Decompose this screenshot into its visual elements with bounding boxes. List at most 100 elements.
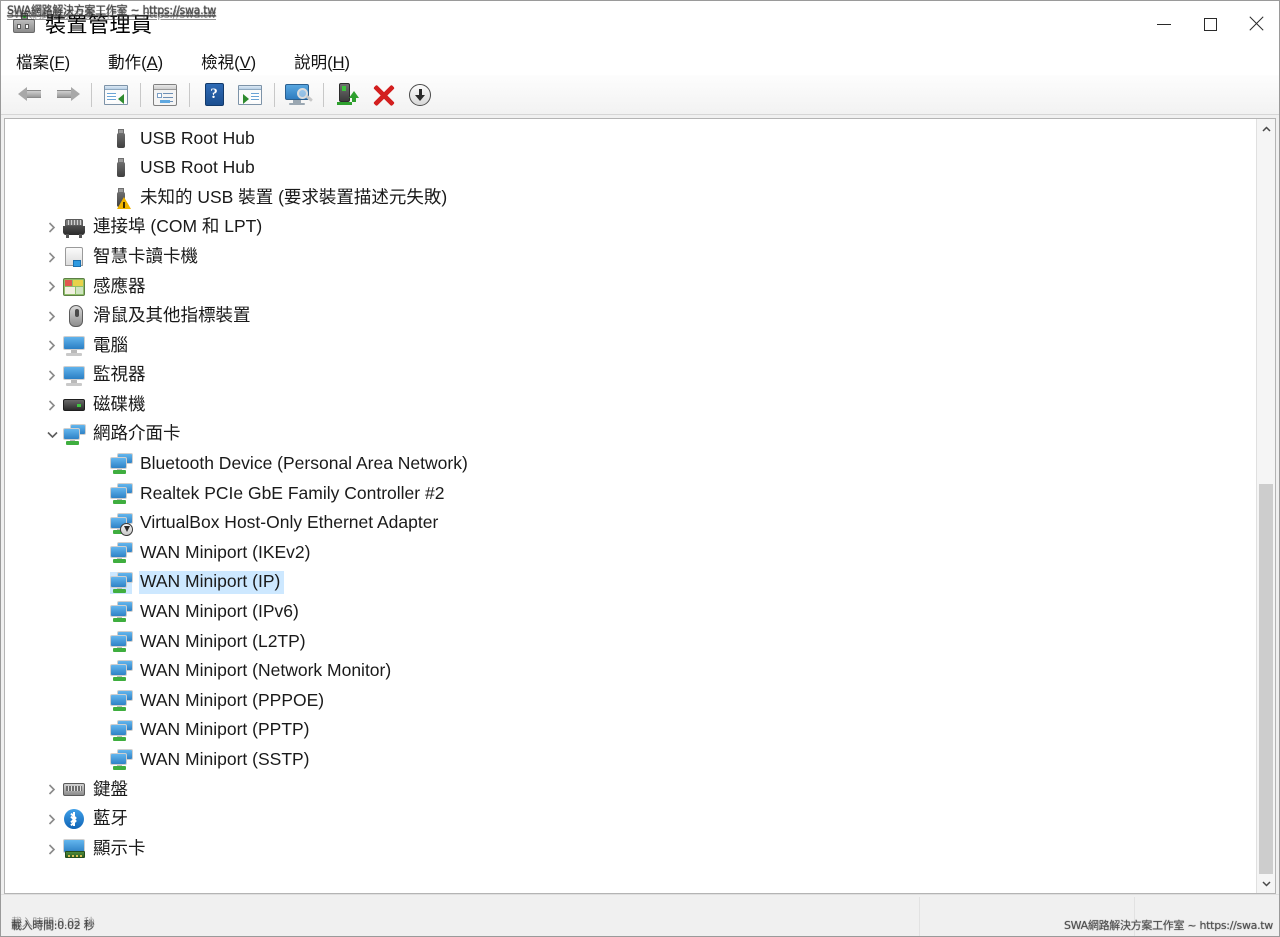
- show-hide-action-pane-button[interactable]: [232, 79, 268, 111]
- menu-view[interactable]: 檢視(V): [200, 47, 257, 75]
- tree-row-icon: [63, 335, 85, 357]
- tree-row-icon: [63, 423, 86, 446]
- tree-row-icon: [110, 749, 133, 771]
- tree-row[interactable]: WAN Miniport (PPTP): [5, 716, 1256, 746]
- chevron-right-icon[interactable]: [43, 337, 61, 355]
- monitor-icon: [63, 365, 85, 386]
- disable-device-button[interactable]: [402, 79, 438, 111]
- toolbar-separator: [323, 82, 324, 107]
- network-icon: [110, 601, 133, 623]
- update-driver-button[interactable]: [330, 79, 366, 111]
- tree-row-label: WAN Miniport (SSTP): [140, 749, 310, 770]
- tree-row-icon: [63, 276, 85, 298]
- chevron-right-icon[interactable]: [43, 219, 61, 237]
- scrollbar-track[interactable]: [1257, 138, 1275, 874]
- tree-row-icon: [63, 779, 85, 801]
- tree-row[interactable]: 滑鼠及其他指標裝置: [5, 302, 1256, 332]
- back-button[interactable]: [13, 79, 49, 111]
- down-arrow-circle-icon: [409, 83, 431, 106]
- tree-row[interactable]: 連接埠 (COM 和 LPT): [5, 213, 1256, 243]
- tree-row-icon: [110, 660, 133, 682]
- menu-file[interactable]: 檔案(F): [15, 47, 71, 75]
- menu-help-accesskey: H: [332, 54, 345, 72]
- close-button[interactable]: [1233, 1, 1279, 47]
- tree-row[interactable]: 未知的 USB 裝置 (要求裝置描述元失敗): [5, 183, 1256, 213]
- scrollbar-thumb[interactable]: [1259, 483, 1273, 874]
- vertical-scrollbar[interactable]: [1256, 119, 1275, 893]
- device-tree[interactable]: USB Root Hub USB Root Hub 未知的 USB 裝置 (要求裝置…: [5, 119, 1256, 893]
- tree-row-icon: [63, 808, 85, 830]
- chevron-right-icon[interactable]: [43, 307, 61, 325]
- help-button[interactable]: ?: [196, 79, 232, 111]
- tree-row[interactable]: 網路介面卡: [5, 420, 1256, 450]
- usb-icon: [110, 128, 132, 150]
- tree-row[interactable]: 鍵盤: [5, 775, 1256, 805]
- tree-row[interactable]: 監視器: [5, 361, 1256, 391]
- chevron-right-icon[interactable]: [43, 396, 61, 414]
- watermark-status: 載入時間:0.02 秒: [11, 919, 95, 932]
- back-arrow-icon: [18, 85, 44, 105]
- properties-button[interactable]: [147, 79, 183, 111]
- scroll-up-button[interactable]: [1257, 119, 1275, 138]
- chevron-right-icon[interactable]: [43, 278, 61, 296]
- tree-row[interactable]: WAN Miniport (L2TP): [5, 627, 1256, 657]
- tree-row-icon: [63, 217, 85, 239]
- maximize-button[interactable]: [1187, 1, 1233, 47]
- tree-row[interactable]: 智慧卡讀卡機: [5, 242, 1256, 272]
- tree-row[interactable]: USB Root Hub: [5, 124, 1256, 154]
- menu-action[interactable]: 動作(A): [107, 47, 164, 75]
- tree-row-icon: [110, 601, 133, 623]
- usb-icon: [110, 157, 132, 179]
- chevron-right-icon[interactable]: [43, 248, 61, 266]
- menu-help[interactable]: 說明(H): [293, 47, 351, 75]
- title-bar: 裝置管理員 SWA網路解決方案工作室 ~ https://swa.tw SWA網…: [1, 1, 1279, 47]
- network-icon: [110, 630, 133, 653]
- menu-view-accesskey: V: [239, 54, 251, 72]
- tree-row[interactable]: USB Root Hub: [5, 154, 1256, 184]
- computer-icon: [63, 335, 85, 356]
- tree-row[interactable]: WAN Miniport (IPv6): [5, 598, 1256, 628]
- tree-row-icon: [110, 571, 133, 594]
- toolbar-separator: [91, 82, 92, 107]
- tree-row[interactable]: WAN Miniport (PPPOE): [5, 686, 1256, 716]
- close-icon: [1248, 16, 1264, 32]
- tree-row[interactable]: 感應器: [5, 272, 1256, 302]
- tree-row[interactable]: Realtek PCIe GbE Family Controller #2: [5, 479, 1256, 509]
- chevron-right-icon[interactable]: [43, 781, 61, 799]
- properties-icon: [153, 83, 177, 106]
- keyboard-icon: [63, 783, 85, 797]
- tree-row[interactable]: Bluetooth Device (Personal Area Network): [5, 450, 1256, 480]
- tree-row[interactable]: VirtualBox Host-Only Ethernet Adapter: [5, 509, 1256, 539]
- usb-warning-icon: [110, 187, 132, 209]
- tree-row[interactable]: 藍牙: [5, 805, 1256, 835]
- tree-row[interactable]: 磁碟機: [5, 390, 1256, 420]
- menu-help-label: 說明: [294, 54, 328, 72]
- minimize-button[interactable]: [1141, 1, 1187, 47]
- chevron-right-icon[interactable]: [43, 840, 61, 858]
- forward-button[interactable]: [49, 79, 85, 111]
- tree-row[interactable]: WAN Miniport (Network Monitor): [5, 657, 1256, 687]
- show-hide-console-tree-button[interactable]: [98, 79, 134, 111]
- tree-row-icon: [110, 453, 133, 475]
- tree-row-label: 鍵盤: [93, 778, 128, 799]
- scroll-down-button[interactable]: [1257, 874, 1275, 893]
- watermark-bottom: SWA網路解決方案工作室 ~ https://swa.tw: [1064, 919, 1273, 932]
- menu-view-label: 檢視: [201, 54, 235, 72]
- tree-row-label: WAN Miniport (L2TP): [140, 630, 306, 651]
- scan-hardware-changes-button[interactable]: [281, 79, 317, 111]
- chevron-right-icon[interactable]: [43, 810, 61, 828]
- uninstall-device-button[interactable]: [366, 79, 402, 111]
- tree-row[interactable]: WAN Miniport (IKEv2): [5, 538, 1256, 568]
- tree-row[interactable]: 電腦: [5, 331, 1256, 361]
- tree-row-label: 網路介面卡: [93, 423, 181, 444]
- tree-row[interactable]: WAN Miniport (SSTP): [5, 745, 1256, 775]
- action-pane-icon: [238, 84, 262, 105]
- chevron-down-icon[interactable]: [43, 426, 61, 444]
- menu-bar: 檔案(F) 動作(A) 檢視(V) 說明(H): [1, 47, 1279, 75]
- network-icon: [110, 719, 133, 742]
- tree-row[interactable]: WAN Miniport (IP): [5, 568, 1256, 598]
- help-icon: ?: [204, 83, 224, 106]
- tree-row-label: WAN Miniport (PPTP): [140, 719, 310, 740]
- tree-row[interactable]: 顯示卡: [5, 834, 1256, 864]
- chevron-right-icon[interactable]: [43, 367, 61, 385]
